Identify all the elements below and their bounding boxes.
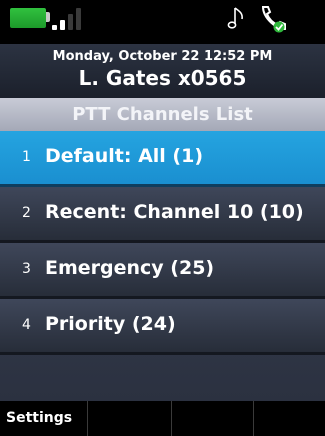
channel-number: 3 (22, 261, 31, 277)
channel-label: Recent: Channel 10 (10) (45, 201, 304, 223)
battery-icon (10, 8, 46, 28)
status-bar (0, 0, 325, 44)
channel-label: Priority (24) (45, 313, 176, 335)
signal-strength-icon (52, 8, 92, 30)
headset-icon (261, 6, 286, 33)
settings-softkey[interactable]: Settings (0, 401, 88, 436)
channel-item-priority[interactable]: 4 Priority (24) (0, 299, 325, 355)
datetime-label: Monday, October 22 12:52 PM (52, 49, 273, 64)
channel-number: 2 (22, 205, 31, 221)
softkey-4[interactable] (254, 401, 325, 436)
channel-item-default-all[interactable]: 1 Default: All (1) (0, 131, 325, 187)
channel-list: 1 Default: All (1) 2 Recent: Channel 10 … (0, 131, 325, 401)
channel-label: Default: All (1) (45, 145, 204, 167)
softkey-2[interactable] (88, 401, 172, 436)
channel-label: Emergency (25) (45, 257, 215, 279)
header: Monday, October 22 12:52 PM L. Gates x05… (0, 44, 325, 98)
list-title: PTT Channels List (0, 98, 325, 131)
channel-item-emergency[interactable]: 3 Emergency (25) (0, 243, 325, 299)
channel-item-recent[interactable]: 2 Recent: Channel 10 (10) (0, 187, 325, 243)
softkey-3[interactable] (172, 401, 254, 436)
battery-tip (46, 12, 50, 22)
music-note-icon (227, 7, 243, 29)
user-extension-label: L. Gates x0565 (78, 66, 247, 90)
softkey-bar: Settings (0, 401, 325, 436)
channel-number: 1 (22, 149, 31, 165)
channel-number: 4 (22, 317, 31, 333)
